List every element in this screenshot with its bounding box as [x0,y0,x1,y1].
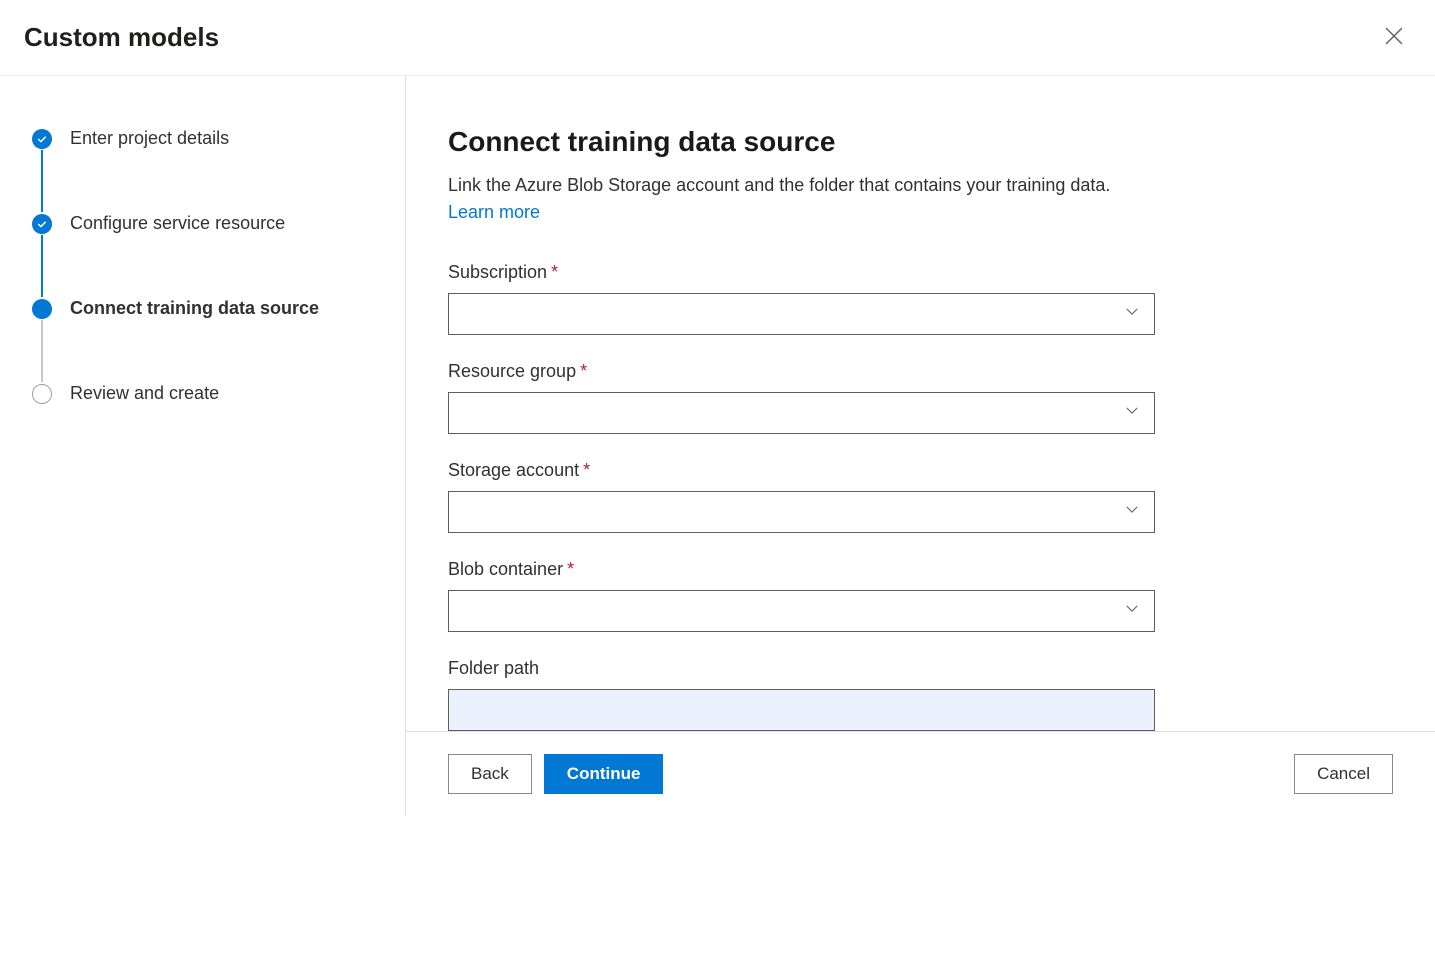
storage-account-field: Storage account* [448,460,1371,533]
required-indicator: * [583,460,590,480]
resource-group-field: Resource group* [448,361,1371,434]
blob-container-select[interactable] [448,590,1155,632]
label-text: Storage account [448,460,579,480]
cancel-button[interactable]: Cancel [1294,754,1393,794]
close-icon [1385,27,1403,45]
resource-group-label: Resource group* [448,361,1371,382]
resource-group-select[interactable] [448,392,1155,434]
page-header: Custom models [0,0,1435,76]
folder-path-input[interactable] [448,689,1155,731]
step-enter-project-details[interactable]: Enter project details [32,128,381,149]
close-button[interactable] [1381,23,1407,52]
section-description: Link the Azure Blob Storage account and … [448,172,1148,226]
page-title: Custom models [24,22,219,53]
back-button[interactable]: Back [448,754,532,794]
label-text: Resource group [448,361,576,381]
step-connector [41,150,43,212]
step-review-and-create[interactable]: Review and create [32,383,381,404]
folder-path-label: Folder path [448,658,1371,679]
subscription-select[interactable] [448,293,1155,335]
label-text: Blob container [448,559,563,579]
step-connector [41,235,43,297]
section-title: Connect training data source [448,126,1371,158]
wizard-footer: Back Continue Cancel [406,731,1435,816]
step-connector [41,320,43,382]
check-icon [32,214,52,234]
check-icon [32,129,52,149]
wizard-sidebar: Enter project details Configure service … [0,76,406,816]
step-label: Connect training data source [70,298,319,319]
required-indicator: * [551,262,558,282]
step-label: Enter project details [70,128,229,149]
active-dot-icon [32,299,52,319]
blob-container-label: Blob container* [448,559,1371,580]
folder-path-field: Folder path [448,658,1371,731]
pending-circle-icon [32,384,52,404]
step-connect-training-data-source[interactable]: Connect training data source [32,298,381,319]
subscription-label: Subscription* [448,262,1371,283]
step-configure-service-resource[interactable]: Configure service resource [32,213,381,234]
subscription-field: Subscription* [448,262,1371,335]
step-label: Review and create [70,383,219,404]
label-text: Subscription [448,262,547,282]
blob-container-field: Blob container* [448,559,1371,632]
description-text: Link the Azure Blob Storage account and … [448,175,1110,195]
storage-account-select[interactable] [448,491,1155,533]
required-indicator: * [567,559,574,579]
continue-button[interactable]: Continue [544,754,664,794]
main-panel: Connect training data source Link the Az… [406,76,1435,816]
step-label: Configure service resource [70,213,285,234]
storage-account-label: Storage account* [448,460,1371,481]
required-indicator: * [580,361,587,381]
learn-more-link[interactable]: Learn more [448,202,540,222]
